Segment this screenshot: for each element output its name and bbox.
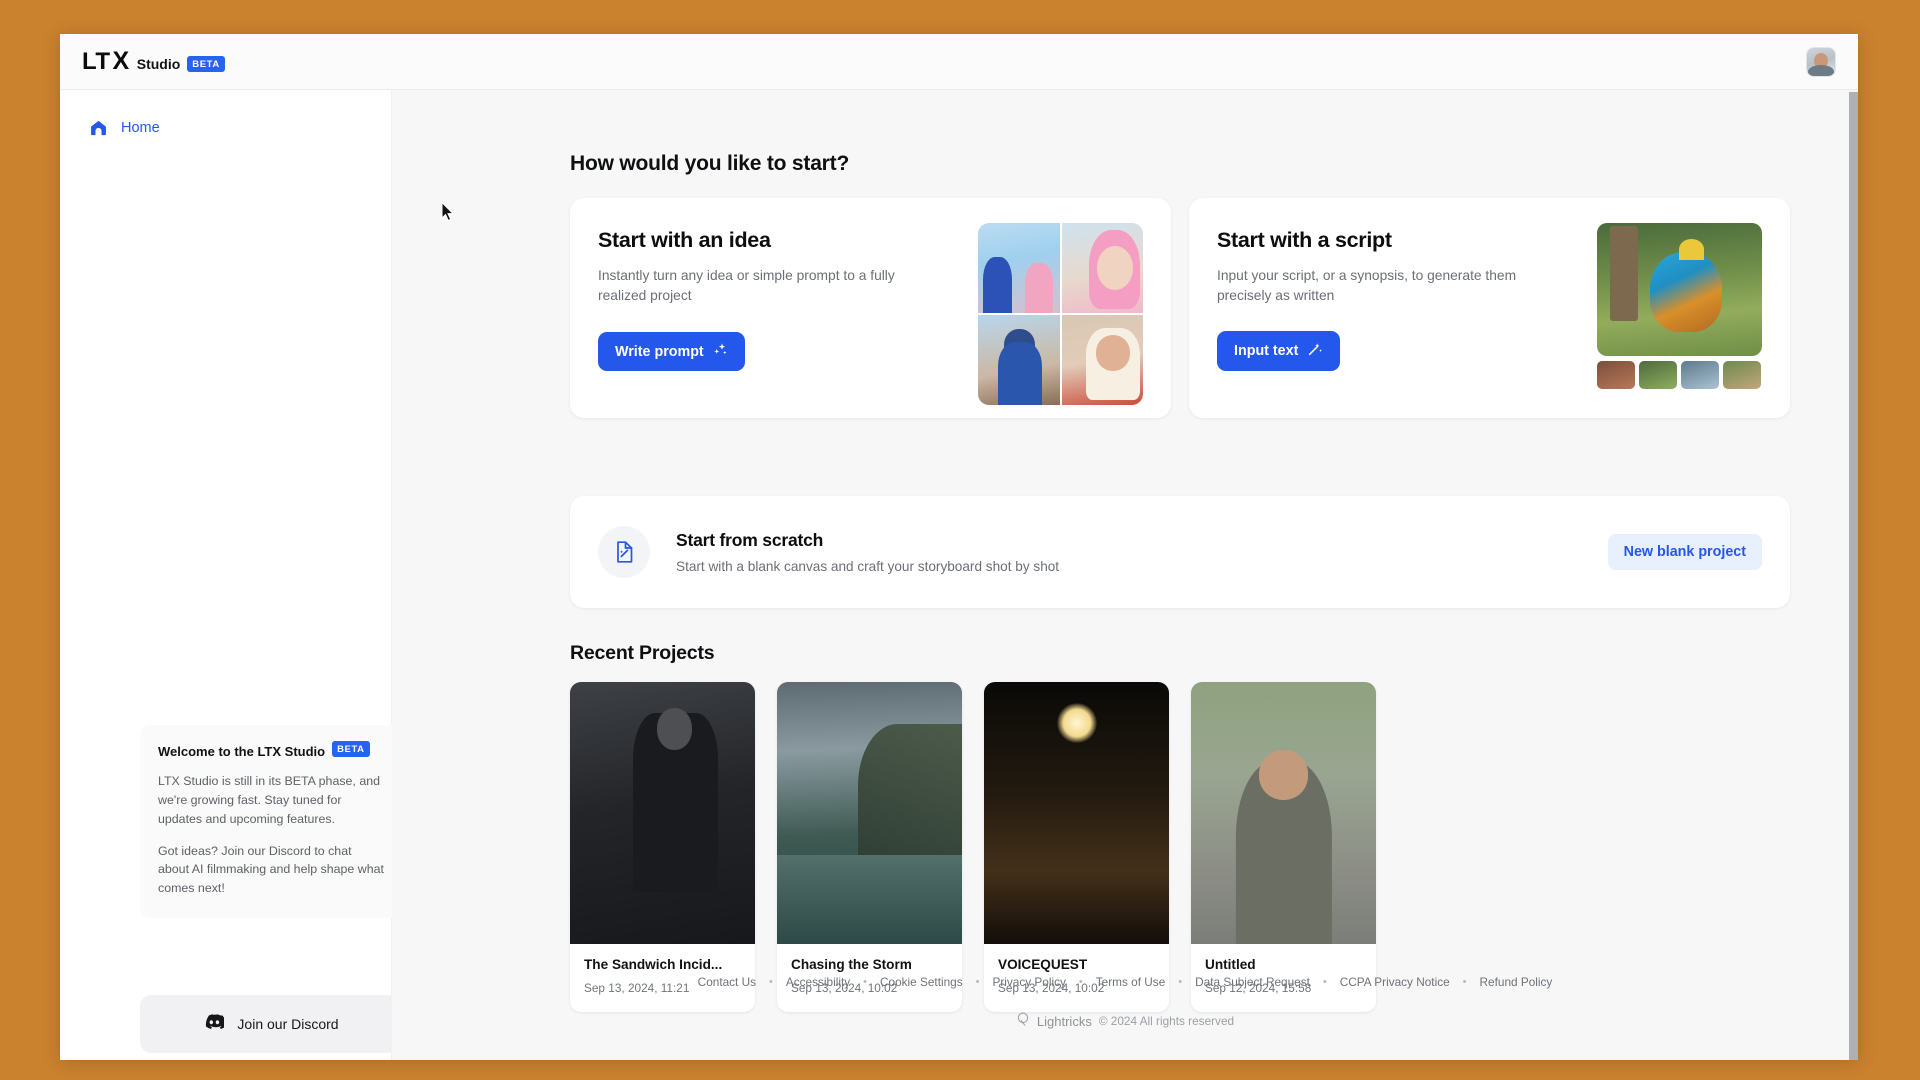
card-description: Input your script, or a synopsis, to gen… [1217,268,1517,303]
copyright-text: © 2024 All rights reserved [1098,1014,1235,1028]
input-text-button[interactable]: Input text [1217,331,1341,371]
recent-projects-heading: Recent Projects [570,642,715,664]
logo-mark: LT X [82,47,130,76]
footer-separator: • [1078,976,1083,988]
start-with-script-card[interactable]: Start with a script Input your script, o… [1189,198,1790,418]
start-with-idea-card[interactable]: Start with an idea Instantly turn any id… [570,198,1171,418]
logo-x-text: X [112,47,130,75]
footer-link-ccpa-privacy-notice[interactable]: CCPA Privacy Notice [1340,975,1450,989]
project-thumbnail [1191,682,1376,944]
new-blank-project-button[interactable]: New blank project [1607,534,1762,570]
script-thumbnail-frame [1723,361,1761,389]
footer-link-privacy-policy[interactable]: Privacy Policy [992,975,1065,989]
sidebar-item-home[interactable]: Home [78,112,373,144]
input-text-label: Input text [1234,343,1299,359]
script-thumbnail-frame [1681,361,1719,389]
beta-badge: BETA [187,56,225,72]
footer-link-data-subject-request[interactable]: Data Subject Request [1195,975,1310,989]
project-card[interactable]: VOICEQUEST Sep 13, 2024, 10:02 [984,682,1169,1012]
magic-wand-icon [1307,341,1323,361]
start-from-scratch-card[interactable]: Start from scratch Start with a blank ca… [570,496,1790,608]
app-logo[interactable]: LT X Studio BETA [82,47,225,76]
footer-separator: • [1178,976,1183,988]
write-prompt-button[interactable]: Write prompt [598,332,745,371]
footer-links: Contact Us • Accessibility • Cookie Sett… [392,975,1858,989]
footer-separator: • [863,976,867,988]
script-thumbnail-main [1597,223,1762,356]
brand-name: Lightricks [1036,1013,1092,1029]
footer-separator: • [975,976,980,988]
top-bar: LT X Studio BETA [60,34,1858,90]
avatar[interactable] [1806,46,1836,77]
recent-projects-list: The Sandwich Incid... Sep 13, 2024, 11:2… [570,682,1376,1012]
logo-lt-text: LT [82,47,111,75]
project-title: VOICEQUEST [998,957,1088,972]
main-content: How would you like to start? Start with … [392,90,1858,1060]
app-window: LT X Studio BETA Home Welcome to the LTX … [60,34,1858,1060]
discord-icon [203,1013,227,1035]
welcome-title: Welcome to the LTX Studio [158,743,326,759]
sidebar: Home Welcome to the LTX Studio BETA LTX … [60,90,402,1060]
welcome-beta-badge: BETA [332,741,370,757]
sparkles-icon [713,342,728,361]
footer-copyright: Lightricks © 2024 All rights reserved [392,1012,1858,1030]
project-title: The Sandwich Incid... [584,957,723,972]
card-description: Instantly turn any idea or simple prompt… [598,268,895,303]
idea-thumbnail-tile [978,315,1060,405]
vertical-scrollbar[interactable] [1849,92,1858,1060]
discord-button-label: Join our Discord [237,1016,339,1032]
sidebar-item-label: Home [121,120,160,136]
footer-link-contact-us[interactable]: Contact Us [698,975,756,989]
footer-link-terms-of-use[interactable]: Terms of Use [1096,975,1166,989]
idea-thumbnail-tile [1061,315,1143,405]
idea-thumbnail-tile [1061,223,1143,313]
scratch-title: Start from scratch [676,530,824,550]
scratch-texts: Start from scratch Start with a blank ca… [676,530,1059,574]
join-discord-button[interactable]: Join our Discord [140,995,402,1053]
script-thumbnail-frame [1639,361,1677,389]
project-thumbnail [570,682,755,944]
project-thumbnail [984,682,1169,944]
script-thumbnail-subject [1649,239,1723,333]
footer-separator: • [1322,976,1327,988]
idea-thumbnail-tile [978,223,1060,313]
welcome-card: Welcome to the LTX Studio BETA LTX Studi… [140,725,402,919]
welcome-paragraph-1: LTX Studio is still in its BETA phase, a… [158,774,380,826]
project-card[interactable]: Untitled Sep 12, 2024, 15:58 [1191,682,1376,1012]
script-thumbnail-frame [1597,361,1635,389]
page-title: How would you like to start? [570,152,850,175]
project-card[interactable]: Chasing the Storm Sep 13, 2024, 10:02 [777,682,962,1012]
project-card[interactable]: The Sandwich Incid... Sep 13, 2024, 11:2… [570,682,755,1012]
idea-thumbnail [978,223,1143,405]
welcome-title-row: Welcome to the LTX Studio BETA [158,741,384,759]
lightricks-logo-icon [1016,1012,1030,1030]
footer-link-refund-policy[interactable]: Refund Policy [1480,975,1553,989]
footer-separator: • [1462,976,1467,988]
project-title: Chasing the Storm [791,957,912,972]
footer-link-cookie-settings[interactable]: Cookie Settings [880,975,963,989]
footer-separator: • [769,976,773,988]
footer-link-accessibility[interactable]: Accessibility [786,975,850,989]
project-thumbnail [777,682,962,944]
project-title: Untitled [1205,957,1256,972]
script-thumbnail-strip [1597,361,1762,389]
blank-canvas-icon [598,526,650,578]
welcome-paragraph-2: Got ideas? Join our Discord to chat abou… [158,843,384,896]
script-thumbnail [1597,223,1762,405]
logo-studio-text: Studio [136,55,181,72]
scratch-description: Start with a blank canvas and craft your… [676,559,1060,574]
write-prompt-label: Write prompt [615,343,704,360]
footer: Contact Us • Accessibility • Cookie Sett… [392,975,1858,1030]
home-icon [90,120,107,136]
